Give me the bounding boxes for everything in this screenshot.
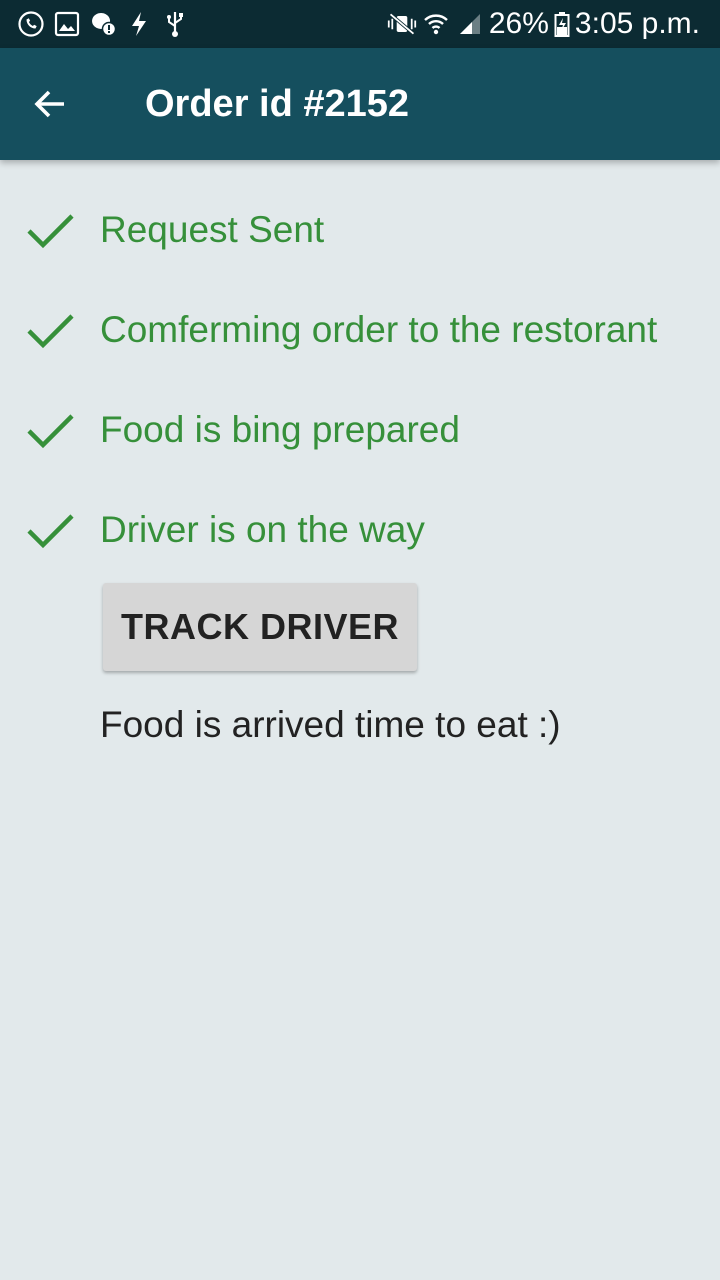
image-icon: [52, 9, 82, 39]
arrived-message: Food is arrived time to eat :): [100, 704, 561, 745]
mute-vibrate-icon: [387, 9, 417, 39]
app-bar: Order id #2152: [0, 48, 720, 160]
whatsapp-icon: [16, 9, 46, 39]
check-icon: [27, 514, 74, 549]
step-request-sent: Request Sent: [0, 200, 720, 260]
signal-icon: [455, 9, 485, 39]
check-icon: [27, 214, 74, 249]
step-label: Request Sent: [100, 209, 325, 250]
check-icon: [27, 414, 74, 449]
alert-bubble-icon: [88, 9, 118, 39]
notification-icons: [16, 8, 196, 40]
check-icon: [27, 314, 74, 349]
system-icons: 26% 3:05 p.m.: [383, 6, 700, 42]
status-bar: 26% 3:05 p.m.: [0, 0, 720, 48]
usb-icon: [160, 9, 190, 39]
step-label: Driver is on the way: [100, 509, 425, 550]
back-button[interactable]: [22, 76, 78, 132]
battery-icon: [553, 9, 571, 39]
step-label: Comferming order to the restorant: [100, 309, 658, 350]
track-driver-button[interactable]: TRACK DRIVER: [103, 583, 417, 671]
step-label: Food is bing prepared: [100, 409, 460, 450]
arrow-back-icon: [34, 90, 64, 118]
battery-percent: 26%: [488, 7, 549, 40]
step-driver-on-way: Driver is on the way: [0, 500, 720, 560]
page-title: Order id #2152: [145, 83, 410, 125]
flash-icon: [124, 9, 154, 39]
wifi-icon: [421, 9, 451, 39]
clock: 3:05 p.m.: [574, 7, 700, 40]
step-confirming-order: Comferming order to the restorant: [0, 300, 720, 360]
step-food-preparing: Food is bing prepared: [0, 400, 720, 460]
